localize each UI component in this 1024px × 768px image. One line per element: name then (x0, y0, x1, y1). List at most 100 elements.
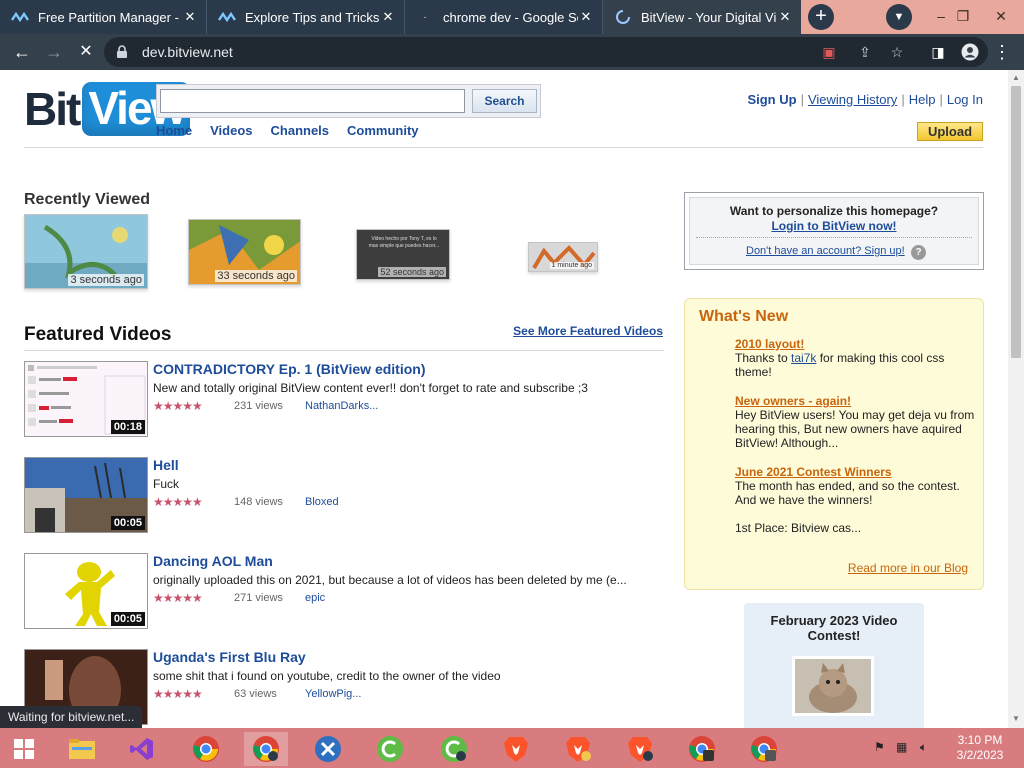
search-input[interactable] (160, 89, 465, 113)
news-item: June 2021 Contest Winners The month has … (735, 465, 975, 535)
uploader-link[interactable]: epic (305, 592, 325, 604)
news-headline-link[interactable]: New owners - again! (735, 394, 975, 408)
featured-divider (24, 350, 664, 351)
new-tab-button[interactable]: + (808, 4, 834, 30)
tab-bitview[interactable]: BitView - Your Digital Vid ✕ (603, 0, 801, 34)
scroll-down-icon[interactable]: ▼ (1011, 714, 1021, 724)
page-scrollbar[interactable]: ▲ ▼ (1008, 70, 1024, 728)
video-description: New and totally original BitView content… (153, 381, 588, 395)
upload-button[interactable]: Upload (917, 122, 983, 141)
recent-video-thumb[interactable]: Video hecho por Tony T, es lo mas simple… (356, 229, 450, 280)
see-more-featured-link[interactable]: See More Featured Videos (513, 324, 663, 338)
login-now-link[interactable]: Login to BitView now! (690, 219, 978, 233)
video-item: 00:05 Dancing AOL Man originally uploade… (24, 553, 664, 629)
wave-icon (10, 9, 30, 25)
blocked-popup-icon[interactable]: ▣ (820, 43, 838, 61)
network-icon[interactable]: ▦ (896, 740, 907, 754)
cclean-icon[interactable] (432, 732, 476, 766)
tab-chrome-dev[interactable]: · chrome dev - Google Sea ✕ (405, 0, 603, 34)
tab-free-partition[interactable]: Free Partition Manager - ✕ (0, 0, 207, 34)
scroll-up-icon[interactable]: ▲ (1011, 73, 1021, 83)
windows-start-icon[interactable] (2, 732, 46, 766)
video-thumbnail[interactable]: 00:05 (24, 553, 148, 629)
brave-icon[interactable] (618, 732, 662, 766)
viewing-history-link[interactable]: Viewing History (808, 92, 897, 107)
stop-loading-button[interactable]: ✕ (74, 40, 98, 64)
login-link[interactable]: Log In (947, 92, 983, 107)
nav-channels[interactable]: Channels (271, 123, 330, 138)
forward-button[interactable]: → (42, 40, 66, 64)
close-icon[interactable]: ✕ (380, 9, 396, 25)
taskbar-clock[interactable]: 3:10 PM 3/2/2023 (948, 733, 1012, 763)
back-button[interactable]: ← (10, 40, 34, 64)
contest-title: February 2023 Video Contest! (770, 613, 898, 643)
restore-button[interactable]: ❐ (946, 0, 980, 34)
search-button[interactable]: Search (472, 89, 537, 113)
news-item: New owners - again! Hey BitView users! Y… (735, 394, 975, 450)
close-icon[interactable]: ✕ (777, 9, 793, 25)
view-count: 63 views (234, 688, 277, 700)
news-body: Thanks to tai7k for making this cool css… (735, 351, 945, 379)
help-icon[interactable]: ? (911, 245, 926, 260)
signup-link[interactable]: Sign Up (747, 92, 796, 107)
rating-stars: ★★★★★ (153, 495, 203, 509)
close-window-button[interactable]: ✕ (984, 0, 1018, 34)
divider (696, 237, 972, 238)
video-thumbnail[interactable]: 00:18 (24, 361, 148, 437)
news-headline-link[interactable]: June 2021 Contest Winners (735, 465, 975, 479)
video-title-link[interactable]: Hell (153, 457, 179, 473)
news-body: Hey BitView users! You may get deja vu f… (735, 408, 975, 450)
share-icon[interactable]: ⇪ (856, 43, 874, 61)
view-count: 231 views (234, 400, 283, 412)
nav-videos[interactable]: Videos (210, 123, 252, 138)
close-icon[interactable]: ✕ (578, 9, 594, 25)
chrome-icon[interactable] (680, 732, 724, 766)
whats-new-panel: What's New 2010 layout! Thanks to tai7k … (684, 298, 984, 590)
browser-toolbar: ← → ✕ dev.bitview.net ▣ ⇪ ☆ ◨ ⋮ (0, 34, 1024, 70)
menu-icon[interactable]: ⋮ (990, 40, 1014, 64)
nav-community[interactable]: Community (347, 123, 419, 138)
loading-spinner-icon (613, 9, 633, 25)
contest-image[interactable] (792, 656, 874, 716)
video-title-link[interactable]: Uganda's First Blu Ray (153, 649, 306, 665)
chrome-icon[interactable] (244, 732, 288, 766)
video-title-link[interactable]: CONTRADICTORY Ep. 1 (BitView edition) (153, 361, 426, 377)
uploader-link[interactable]: Bloxed (305, 496, 339, 508)
volume-icon[interactable]: 🔈︎ (920, 740, 927, 755)
file-explorer-icon[interactable] (60, 732, 104, 766)
video-thumbnail[interactable]: 00:05 (24, 457, 148, 533)
nav-home[interactable]: Home (156, 123, 192, 138)
chrome-icon[interactable] (184, 732, 228, 766)
recent-video-thumb[interactable]: 3 seconds ago (24, 214, 148, 289)
cclean-icon[interactable] (368, 732, 412, 766)
address-bar[interactable]: dev.bitview.net ▣ ⇪ ☆ (104, 37, 988, 67)
uploader-link[interactable]: YellowPig... (305, 688, 361, 700)
visual-studio-icon[interactable] (120, 732, 164, 766)
brave-icon[interactable] (556, 732, 600, 766)
search-box: Search (156, 84, 541, 118)
kitten-image (795, 659, 871, 713)
profile-icon[interactable] (958, 40, 982, 64)
tab-explore-tips[interactable]: Explore Tips and Tricks in ✕ (207, 0, 405, 34)
close-icon[interactable]: ✕ (182, 9, 198, 25)
video-item: 00:18 CONTRADICTORY Ep. 1 (BitView editi… (24, 361, 664, 437)
read-more-blog-link[interactable]: Read more in our Blog (848, 561, 968, 575)
video-title-link[interactable]: Dancing AOL Man (153, 553, 273, 569)
scroll-thumb[interactable] (1011, 86, 1021, 358)
chrome-icon[interactable] (742, 732, 786, 766)
brave-icon[interactable] (494, 732, 538, 766)
signup-prompt-link[interactable]: Don't have an account? Sign up! (746, 245, 905, 257)
recent-video-thumb[interactable]: 1 minute ago (528, 242, 598, 272)
flag-icon[interactable]: ⚑ (874, 740, 885, 754)
uploader-link[interactable]: NathanDarks... (305, 400, 378, 412)
tab-search-button[interactable]: ▼ (886, 4, 912, 30)
tools-icon[interactable] (306, 732, 350, 766)
star-icon[interactable]: ☆ (888, 43, 906, 61)
news-headline-link[interactable]: 2010 layout! (735, 337, 975, 351)
help-link[interactable]: Help (909, 92, 936, 107)
user-links: Sign Up | Viewing History | Help | Log In (747, 92, 983, 107)
side-panel-icon[interactable]: ◨ (926, 40, 950, 64)
contest-box: February 2023 Video Contest! (744, 603, 924, 728)
author-link[interactable]: tai7k (791, 351, 816, 365)
recent-video-thumb[interactable]: 33 seconds ago (188, 219, 301, 285)
